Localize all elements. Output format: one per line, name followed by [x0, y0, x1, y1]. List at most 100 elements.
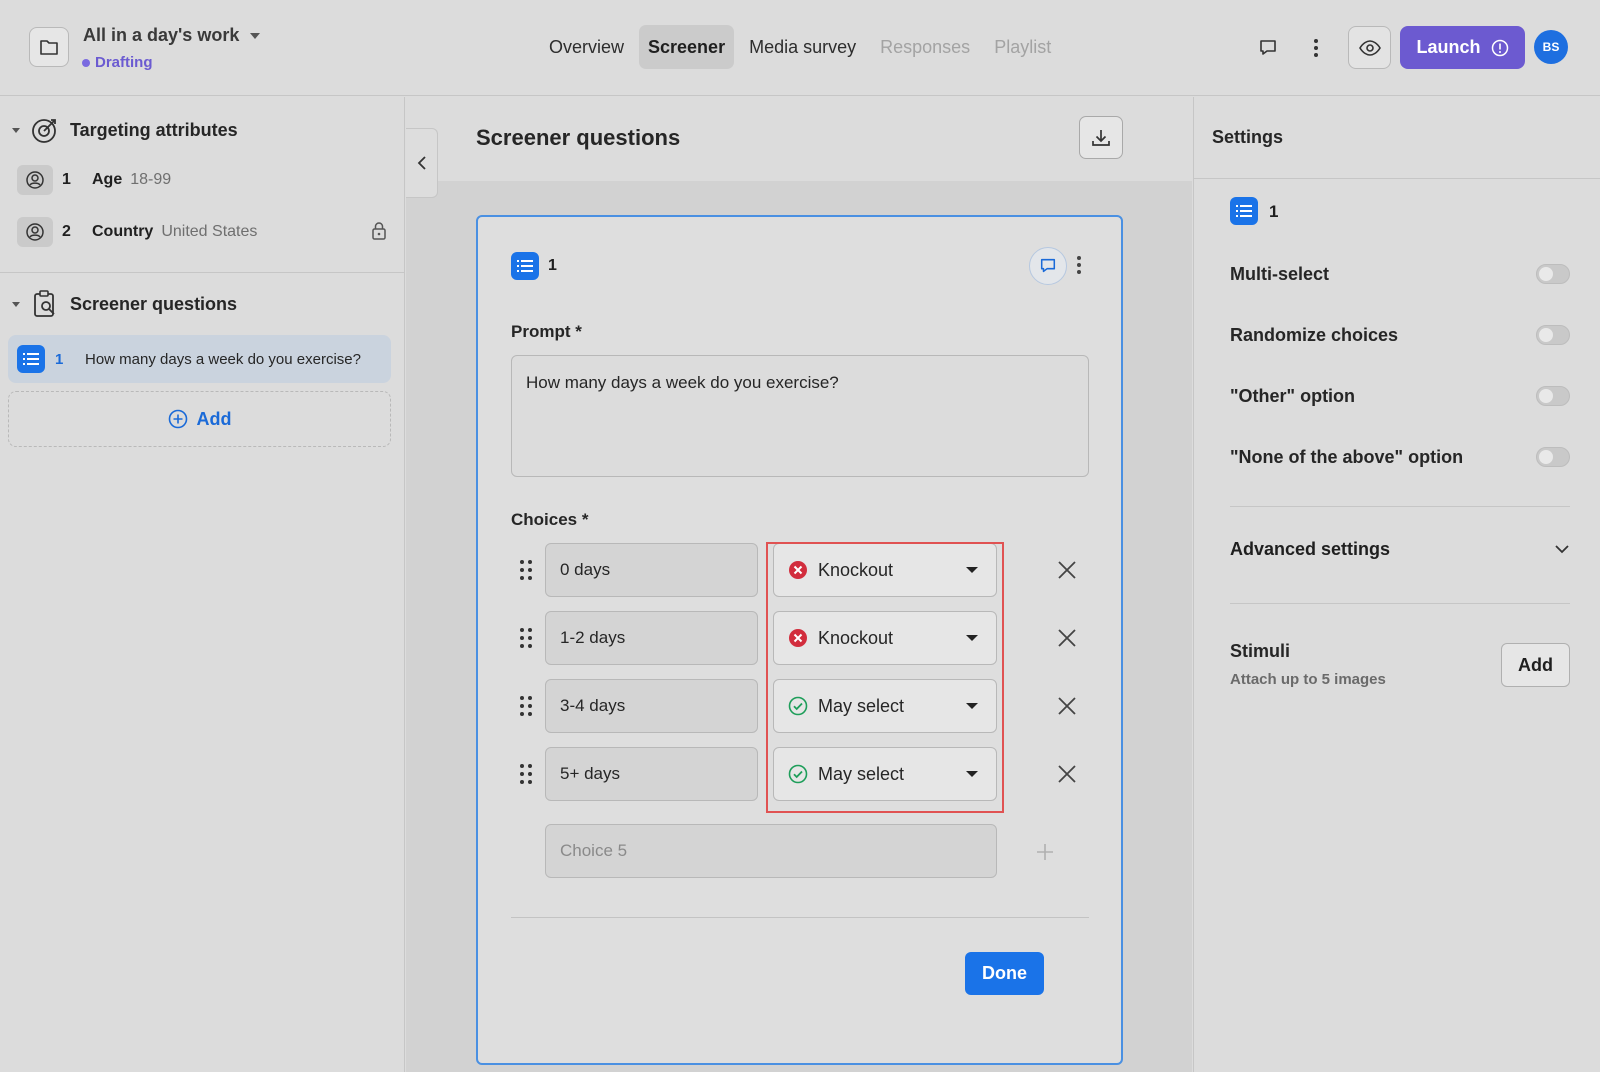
question-more-button[interactable] — [1076, 255, 1082, 275]
editor-panel: Screener questions 1 Prompt * How many d… — [406, 97, 1192, 1072]
none-option-toggle[interactable] — [1536, 447, 1570, 467]
randomize-toggle[interactable] — [1536, 325, 1570, 345]
attribute-row-country[interactable]: 2 Country United States — [17, 215, 387, 249]
launch-button[interactable]: Launch — [1400, 26, 1525, 69]
screener-section-header[interactable]: Screener questions — [12, 289, 237, 319]
tab-overview[interactable]: Overview — [540, 25, 633, 69]
tab-screener[interactable]: Screener — [639, 25, 735, 69]
remove-choice-button[interactable] — [1056, 763, 1078, 785]
advanced-settings-label: Advanced settings — [1230, 538, 1391, 559]
attribute-label: Age — [92, 171, 123, 188]
choice-input[interactable]: 5+ days — [545, 747, 758, 801]
more-options-button[interactable] — [1306, 36, 1326, 60]
other-option-toggle[interactable] — [1536, 386, 1570, 406]
folder-button[interactable] — [29, 27, 69, 67]
collapse-sidebar-button[interactable] — [406, 128, 438, 198]
advanced-settings-toggle[interactable]: Advanced settings — [1230, 534, 1570, 564]
question-number: 1 — [55, 350, 64, 368]
tab-playlist: Playlist — [994, 37, 1052, 57]
close-icon — [1056, 695, 1078, 717]
question-card: 1 Prompt * How many days a week do you e… — [476, 215, 1123, 1065]
lock-icon — [371, 221, 387, 241]
comment-button[interactable] — [1256, 36, 1280, 60]
settings-divider — [1194, 178, 1600, 179]
setting-label: Randomize choices — [1230, 324, 1399, 345]
screener-title: Screener questions — [70, 293, 238, 314]
add-stimuli-button[interactable]: Add — [1501, 643, 1570, 687]
choice-input[interactable]: 3-4 days — [545, 679, 758, 733]
plus-circle-icon — [168, 409, 188, 429]
add-label: Add — [196, 408, 232, 429]
download-button[interactable] — [1079, 116, 1123, 159]
close-icon — [1056, 559, 1078, 581]
left-sidebar: Targeting attributes 1 Age 18-99 2 Count… — [0, 97, 405, 1072]
plus-icon — [1036, 843, 1054, 861]
comment-icon — [1039, 257, 1057, 275]
choice-input[interactable]: 0 days — [545, 543, 758, 597]
list-icon — [511, 252, 539, 280]
choice-input[interactable]: 1-2 days — [545, 611, 758, 665]
editor-header: Screener questions — [406, 97, 1192, 181]
prompt-label: Prompt * — [511, 322, 582, 341]
project-title[interactable]: All in a day's work — [83, 25, 261, 46]
setting-label: "None of the above" option — [1230, 446, 1464, 467]
new-choice-input[interactable]: Choice 5 — [545, 824, 997, 878]
more-vertical-icon — [1313, 38, 1319, 58]
list-icon — [17, 345, 45, 373]
question-number: 1 — [548, 257, 557, 274]
attribute-row-age[interactable]: 1 Age 18-99 — [17, 163, 387, 197]
remove-choice-button[interactable] — [1056, 559, 1078, 581]
setting-label: "Other" option — [1230, 385, 1356, 406]
tab-media-survey[interactable]: Media survey — [740, 25, 865, 69]
drag-handle-icon[interactable] — [519, 695, 533, 717]
project-title-text: All in a day's work — [83, 25, 240, 45]
sidebar-question-item[interactable]: 1 How many days a week do you exercise? — [8, 335, 391, 383]
question-text: How many days a week do you exercise? — [85, 350, 361, 368]
setting-other-option: "Other" option — [1230, 381, 1570, 411]
drag-handle-icon[interactable] — [519, 559, 533, 581]
choice-rules-highlight — [766, 542, 1004, 813]
prompt-input[interactable]: How many days a week do you exercise? — [511, 355, 1089, 477]
main-nav: Overview Screener Media survey Responses… — [540, 25, 1060, 69]
avatar[interactable]: BS — [1534, 30, 1568, 64]
preview-button[interactable] — [1348, 26, 1391, 69]
toggle-knob — [1539, 450, 1553, 464]
eye-icon — [1358, 39, 1381, 56]
add-choice-button[interactable] — [1036, 843, 1054, 861]
remove-choice-button[interactable] — [1056, 695, 1078, 717]
download-icon — [1091, 128, 1111, 148]
sidebar-divider — [0, 272, 405, 273]
stimuli-title: Stimuli — [1230, 641, 1291, 661]
add-question-button[interactable]: Add — [8, 391, 391, 447]
toggle-knob — [1539, 389, 1553, 403]
settings-title: Settings — [1212, 127, 1284, 147]
setting-randomize-choices: Randomize choices — [1230, 320, 1570, 350]
folder-icon — [39, 38, 59, 56]
tab-responses: Responses — [880, 37, 971, 57]
caret-down-icon — [12, 127, 20, 133]
drag-handle-icon[interactable] — [519, 763, 533, 785]
settings-question-number: 1 — [1269, 202, 1279, 221]
chevron-left-icon — [417, 155, 427, 171]
info-icon — [1491, 39, 1509, 57]
drag-handle-icon[interactable] — [519, 627, 533, 649]
multi-select-toggle[interactable] — [1536, 264, 1570, 284]
target-icon — [30, 115, 60, 145]
card-divider — [511, 917, 1089, 918]
status-dot-icon — [82, 58, 90, 67]
close-icon — [1056, 763, 1078, 785]
setting-label: Multi-select — [1230, 263, 1330, 284]
attribute-number: 2 — [62, 223, 71, 240]
setting-none-of-above: "None of the above" option — [1230, 442, 1570, 472]
attribute-value: United States — [161, 223, 258, 240]
targeting-section-header[interactable]: Targeting attributes — [12, 115, 238, 145]
done-button[interactable]: Done — [965, 952, 1044, 995]
status-badge: Drafting — [82, 54, 153, 71]
toggle-knob — [1539, 328, 1553, 342]
chevron-down-icon — [249, 32, 261, 40]
attribute-number: 1 — [62, 171, 71, 188]
question-comment-button[interactable] — [1029, 247, 1067, 285]
remove-choice-button[interactable] — [1056, 627, 1078, 649]
choices-label: Choices * — [511, 510, 589, 529]
list-icon — [1230, 197, 1258, 225]
